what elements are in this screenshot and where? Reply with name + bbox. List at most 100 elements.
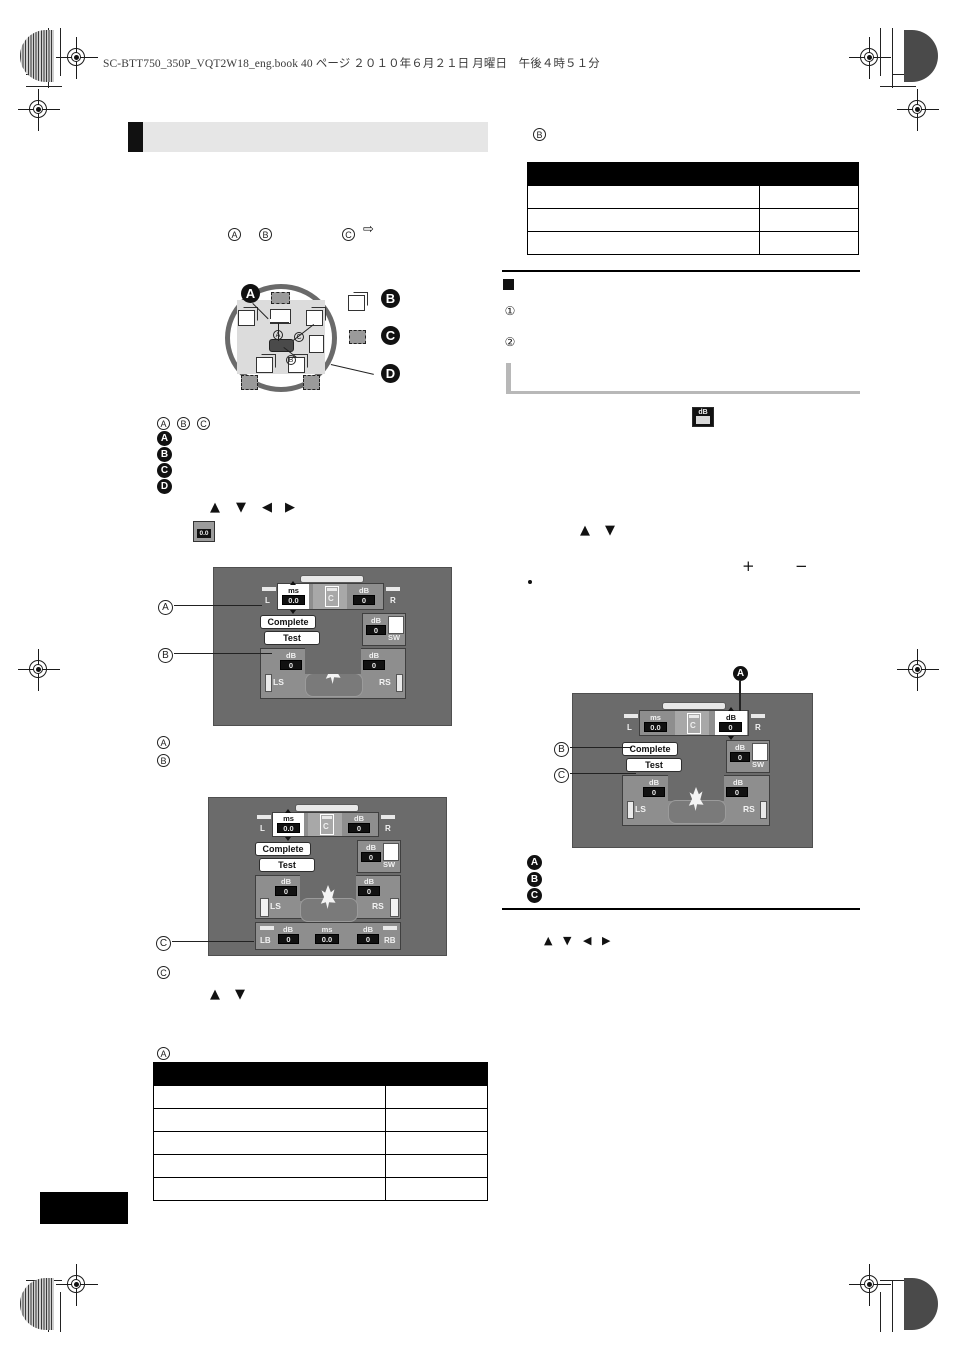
test-button[interactable]: Test bbox=[626, 758, 682, 772]
complete-button[interactable]: Complete bbox=[260, 615, 316, 629]
osd3-legend-a: A bbox=[527, 855, 542, 870]
subwoofer-level-value[interactable]: 0 bbox=[366, 625, 386, 635]
dpad-right-icon: ▶ bbox=[285, 500, 295, 515]
circled-number-1: ① bbox=[504, 304, 516, 319]
left-delay-unit: ms bbox=[650, 713, 661, 722]
table-cell bbox=[152, 1177, 387, 1201]
surround-right-value[interactable]: 0 bbox=[363, 660, 385, 670]
test-button[interactable]: Test bbox=[264, 631, 320, 645]
callout-b: B bbox=[381, 289, 400, 308]
center-speaker-icon bbox=[689, 715, 699, 718]
legend-item-d: D bbox=[157, 479, 172, 494]
registration-mark-right-middle bbox=[897, 649, 939, 691]
inline-marker-b: B bbox=[259, 225, 272, 243]
back-delay-value[interactable]: 0.0 bbox=[315, 934, 339, 944]
surround-left-value[interactable]: 0 bbox=[643, 787, 665, 797]
callout-a: A bbox=[241, 284, 260, 303]
surround-right-value[interactable]: 0 bbox=[726, 787, 748, 797]
table-row bbox=[526, 208, 859, 232]
osd3-callout-c: C bbox=[554, 766, 569, 784]
back-left-unit: dB bbox=[283, 925, 293, 934]
osd2-callout-line-c bbox=[172, 941, 254, 943]
listening-position-icon bbox=[668, 787, 726, 824]
left-speaker-icon bbox=[262, 587, 276, 591]
subwoofer-level-value[interactable]: 0 bbox=[361, 852, 381, 862]
legend-item-a: A bbox=[157, 431, 172, 446]
center-channel-label: C bbox=[328, 594, 334, 603]
circled-letter-a: A bbox=[157, 1046, 170, 1060]
subwoofer-label: SW bbox=[752, 760, 765, 769]
left-delay-value[interactable]: 0.0 bbox=[644, 722, 667, 732]
db-icon: dB bbox=[692, 407, 714, 427]
table-cell bbox=[152, 1085, 387, 1109]
table-header-cell bbox=[152, 1062, 387, 1086]
complete-button[interactable]: Complete bbox=[255, 842, 311, 856]
left-channel-label: L bbox=[265, 596, 270, 605]
center-level-value[interactable]: 0 bbox=[353, 595, 375, 605]
section-heading-text bbox=[152, 128, 482, 148]
back-right-value[interactable]: 0 bbox=[357, 934, 379, 944]
registration-mark-top-left bbox=[56, 37, 98, 79]
speaker-front-height bbox=[271, 292, 290, 304]
surround-left-value[interactable]: 0 bbox=[275, 886, 297, 896]
subwoofer-level-unit: dB bbox=[735, 743, 745, 752]
right-channel-label: R bbox=[390, 596, 396, 605]
callout-c: C bbox=[381, 326, 400, 345]
center-channel-label: C bbox=[323, 822, 329, 831]
table-right-caption-marker: B bbox=[533, 125, 546, 143]
table-row bbox=[152, 1154, 488, 1178]
center-level-value[interactable]: 0 bbox=[348, 823, 370, 833]
circled-letter-c: C bbox=[342, 227, 355, 241]
listening-position-icon bbox=[300, 885, 358, 922]
speaker-back-left bbox=[241, 375, 258, 390]
circled-letter-a: A bbox=[157, 416, 170, 430]
legend-dashed-speaker-icon bbox=[349, 330, 366, 344]
dpad-down-icon: ▼ bbox=[236, 500, 246, 515]
section-heading-cap bbox=[128, 122, 143, 152]
left-delay-value[interactable]: 0.0 bbox=[277, 823, 300, 833]
circled-letter-b: B bbox=[158, 647, 173, 663]
table-row bbox=[152, 1085, 488, 1109]
test-button[interactable]: Test bbox=[259, 858, 315, 872]
right-speaker-icon bbox=[381, 815, 395, 819]
subwoofer-label: SW bbox=[388, 633, 401, 642]
surround-left-label: LS bbox=[270, 901, 281, 911]
table-row bbox=[152, 1177, 488, 1201]
back-left-value[interactable]: 0 bbox=[278, 934, 299, 944]
bullet-point-icon bbox=[528, 580, 532, 584]
surround-right-value[interactable]: 0 bbox=[358, 886, 380, 896]
tv-screen-bar bbox=[295, 804, 359, 812]
subwoofer-level-value[interactable]: 0 bbox=[730, 752, 750, 762]
surround-left-value[interactable]: 0 bbox=[280, 660, 302, 670]
left-speaker-icon bbox=[257, 815, 271, 819]
surround-right-label: RS bbox=[379, 677, 391, 687]
tv-screen-bar bbox=[662, 702, 726, 710]
dpad-down-icon: ▼ bbox=[563, 934, 572, 947]
value-icon: 0.0 bbox=[193, 521, 215, 542]
dpad-up-icon: ▲ bbox=[210, 500, 220, 515]
dpad-down-icon: ▼ bbox=[235, 987, 245, 1002]
diagram-line-center bbox=[277, 323, 279, 341]
surround-left-speaker-icon bbox=[627, 801, 634, 819]
surround-right-unit: dB bbox=[369, 651, 379, 660]
speaker-placement-diagram: A C B A B C D bbox=[215, 278, 405, 398]
cursor-up-icon bbox=[290, 581, 296, 585]
table-cell bbox=[526, 208, 761, 232]
complete-button[interactable]: Complete bbox=[622, 742, 678, 756]
back-right-unit: dB bbox=[363, 925, 373, 934]
listening-position-icon bbox=[305, 660, 363, 697]
crop-line bbox=[892, 28, 894, 88]
legend-inline-row: A B C bbox=[157, 414, 210, 432]
surround-left-label: LS bbox=[273, 677, 284, 687]
left-delay-unit: ms bbox=[288, 586, 299, 595]
crop-line bbox=[880, 1292, 882, 1332]
table-header-row bbox=[526, 162, 859, 186]
channel-level-screen: C L R ms 0.0 dB 0 Complete Test dB 0 SW … bbox=[572, 693, 813, 848]
left-delay-value[interactable]: 0.0 bbox=[282, 595, 305, 605]
subwoofer-level-unit: dB bbox=[366, 843, 376, 852]
circled-letter-c: C bbox=[157, 965, 170, 979]
center-channel-label: C bbox=[690, 721, 696, 730]
right-level-value[interactable]: 0 bbox=[719, 722, 742, 732]
surround-left-unit: dB bbox=[281, 877, 291, 886]
surround-right-unit: dB bbox=[733, 778, 743, 787]
